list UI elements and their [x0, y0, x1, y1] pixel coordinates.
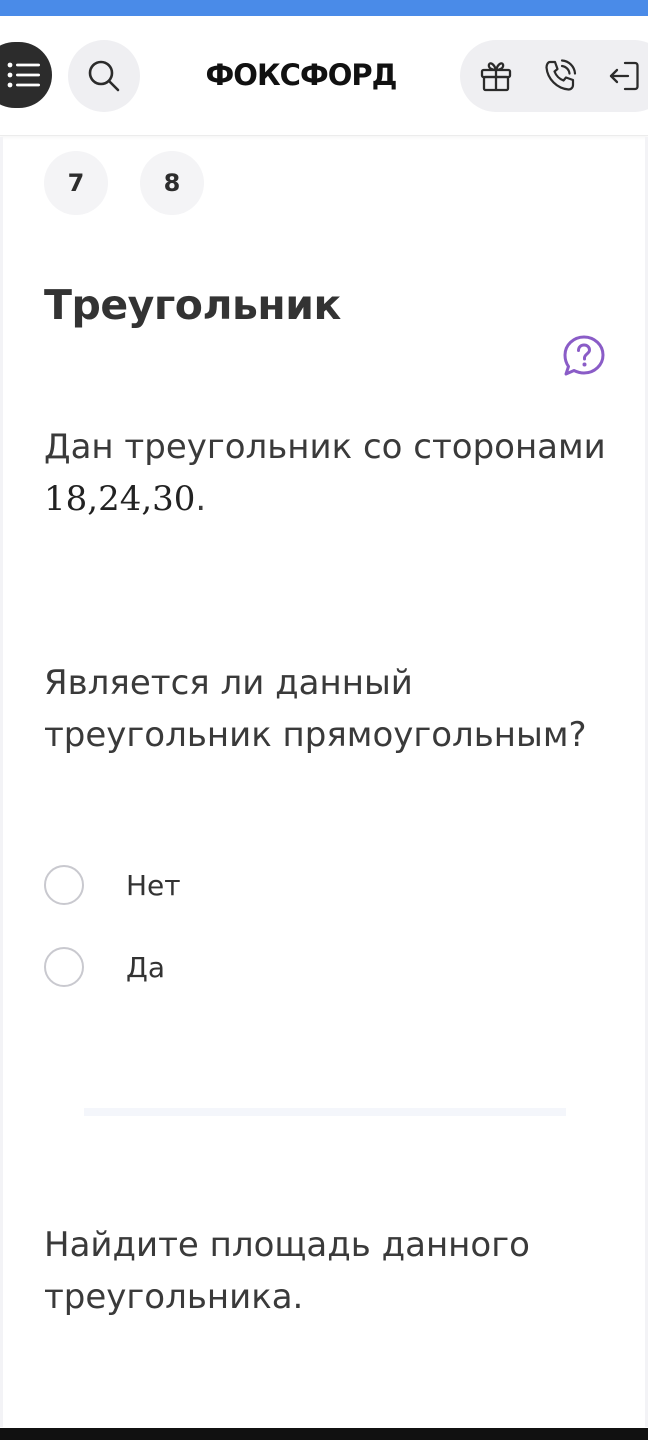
statement-period: . [195, 479, 207, 519]
task-title: Треугольник [44, 281, 341, 329]
radio-no[interactable] [44, 865, 84, 905]
task-content: 7 8 Треугольник Дан треугольник со сторо… [0, 137, 648, 1436]
question1-line1: Является ли данный [44, 663, 413, 703]
phone-icon [545, 59, 577, 91]
option-label-no: Нет [126, 868, 181, 902]
statement-text: Дан треугольник со сторонами [44, 427, 606, 467]
search-icon [88, 60, 120, 92]
search-button[interactable] [68, 40, 140, 112]
question-area: Найдите площадь данного треугольника. [44, 1219, 530, 1323]
menu-button[interactable] [0, 42, 52, 108]
answer-option-no[interactable]: Нет [44, 864, 181, 906]
gift-button[interactable] [476, 56, 516, 96]
menu-icon [7, 62, 40, 88]
statement-sides-math: 18,24,30 [44, 479, 196, 519]
login-button[interactable] [604, 56, 644, 96]
status-bar [0, 0, 648, 16]
foxford-logo[interactable]: ФОКСФОРД [196, 54, 406, 96]
question2-line1: Найдите площадь данного [44, 1225, 530, 1265]
question-right-triangle: Является ли данный треугольник прямоугол… [44, 657, 587, 761]
radio-yes[interactable] [44, 947, 84, 987]
system-navigation-bar [0, 1428, 648, 1440]
section-divider [84, 1108, 566, 1116]
task-number-7[interactable]: 7 [44, 151, 108, 215]
gift-icon [480, 62, 512, 92]
login-icon [609, 61, 639, 91]
option-label-yes: Да [126, 950, 166, 984]
site-header: ФОКСФОРД [0, 16, 648, 136]
question1-line2: треугольник прямоугольным? [44, 715, 587, 755]
task-number-8[interactable]: 8 [140, 151, 204, 215]
help-button[interactable] [562, 334, 606, 378]
header-actions [460, 40, 648, 112]
question-bubble-icon [563, 335, 605, 376]
task-statement: Дан треугольник со сторонами 18,24,30. [44, 421, 606, 525]
answer-option-yes[interactable]: Да [44, 946, 165, 988]
question2-line2: треугольника. [44, 1277, 304, 1317]
phone-button[interactable] [540, 56, 580, 96]
